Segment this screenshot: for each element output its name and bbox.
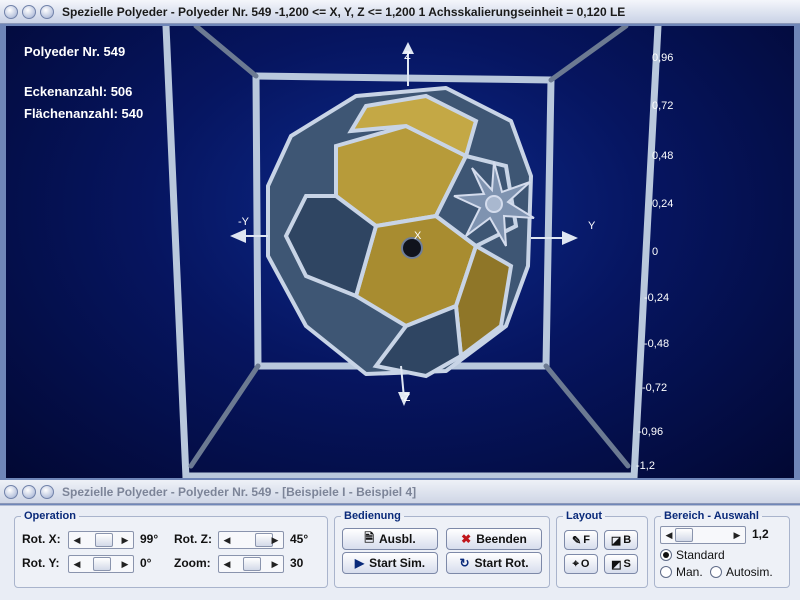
rot-x-slider[interactable]: ◀ ▶ [68,531,134,549]
arrow-right-icon[interactable]: ▶ [118,533,132,547]
window-control-icon[interactable] [40,484,54,499]
document-icon: 🗎 [364,530,374,545]
axis-tick-label: 0,48 [652,150,674,162]
range-slider[interactable]: ◀ ▶ [660,526,746,544]
bedienung-legend: Bedienung [344,510,401,522]
rot-z-value: 45° [290,532,309,546]
rot-y-slider[interactable]: ◀ ▶ [68,555,134,573]
rot-y-label: Rot. Y: [22,556,60,570]
axis-tick-label: -0,96 [638,426,664,438]
hide-button-label: Ausbl. [378,532,416,546]
radio-dot[interactable] [710,566,722,578]
axis-tick-label: 0,72 [652,100,674,112]
paint-bucket-icon: ◪ [610,534,622,547]
radio-dot[interactable] [660,566,672,578]
start-sim-label: Start Sim. [369,556,426,570]
slider-thumb[interactable] [93,557,111,571]
layout-o-button[interactable]: ⌖ O [564,554,598,574]
slider-thumb[interactable] [243,557,261,571]
neg-y-axis-label: -Y [238,216,249,228]
close-icon: ✖ [461,532,472,546]
arrow-left-icon[interactable]: ◀ [220,533,234,547]
arrow-left-icon[interactable]: ◀ [662,528,676,542]
axis-tick-label: 0,96 [652,52,674,64]
layout-s-label: S [623,558,631,570]
rotate-icon: ↻ [459,556,470,570]
axis-tick-label: -0,72 [642,382,668,394]
start-rot-button[interactable]: ↻ Start Rot. [446,552,542,574]
layout-b-label: B [623,534,632,546]
arrow-left-icon[interactable]: ◀ [220,557,234,571]
z-axis-label: Z [404,50,411,62]
radio-manual[interactable]: Man. [660,565,703,579]
arrow-right-icon[interactable]: ▶ [118,557,132,571]
arrow-left-icon[interactable]: ◀ [70,533,84,547]
polyhedron-shape [266,86,535,379]
start-sim-button[interactable]: ▶ Start Sim. [342,552,438,574]
window-control-icon[interactable] [4,484,18,499]
brush-icon: ✎ [572,534,582,547]
window-control-icon[interactable] [22,484,36,499]
polyhedron-viewport[interactable]: Z -Z Y -Y X Polyeder Nr. 549 Eckenanzahl… [6,26,794,478]
layout-f-button[interactable]: ✎ F [564,530,598,550]
control-window-title: Spezielle Polyeder - Polyeder Nr. 549 - … [62,484,417,499]
operation-legend: Operation [24,510,76,522]
axis-tick-label: 0 [652,246,659,258]
main-window-titlebar[interactable]: Spezielle Polyeder - Polyeder Nr. 549 -1… [0,0,800,24]
arrow-left-icon[interactable]: ◀ [70,557,84,571]
rot-z-label: Rot. Z: [174,532,212,546]
control-window-titlebar[interactable]: Spezielle Polyeder - Polyeder Nr. 549 - … [0,480,800,504]
layout-f-label: F [583,534,590,546]
y-axis-label: Y [588,220,596,232]
arrow-right-icon[interactable]: ▶ [268,557,282,571]
rot-x-value: 99° [140,532,159,546]
slider-thumb[interactable] [95,533,113,547]
rot-y-value: 0° [140,556,152,570]
axis-tick-label: -1,2 [636,460,655,472]
vertex-count-label: Eckenanzahl: 506 [24,84,133,99]
axis-tick-label: -0,24 [644,292,670,304]
operation-group: Operation [14,510,328,588]
zoom-value: 30 [290,556,304,570]
x-axis-label: X [414,230,422,242]
layout-o-label: O [580,558,590,570]
control-panel: Operation Rot. X: ◀ ▶ 99° Rot. Y: ◀ ▶ 0°… [0,505,800,600]
rot-z-slider[interactable]: ◀ ▶ [218,531,284,549]
window-control-icon[interactable] [40,4,54,19]
arrow-right-icon[interactable]: ▶ [730,528,744,542]
axis-tick-label: -0,48 [644,338,670,350]
layout-b-button[interactable]: ◪ B [604,530,638,550]
window-control-icon[interactable] [4,4,18,19]
exit-button[interactable]: ✖ Beenden [446,528,542,550]
slider-thumb[interactable] [675,528,693,542]
window-title: Spezielle Polyeder - Polyeder Nr. 549 -1… [62,4,626,19]
window-control-icon[interactable] [22,4,36,19]
radio-autosim-label: Autosim. [726,565,773,579]
bereich-legend: Bereich - Auswahl [664,510,759,522]
arrow-right-icon[interactable]: ▶ [268,533,282,547]
start-rot-label: Start Rot. [474,556,529,570]
hide-button[interactable]: 🗎 Ausbl. [342,528,438,550]
radio-manual-label: Man. [676,565,703,579]
radio-standard-label: Standard [676,548,725,562]
face-count-label: Flächenanzahl: 540 [24,106,144,121]
radio-autosim[interactable]: Autosim. [710,565,773,579]
zoom-label: Zoom: [174,556,211,570]
axis-tick-label: 0,24 [652,198,674,210]
eraser-icon: ◩ [611,558,622,571]
range-value: 1,2 [752,527,769,541]
exit-button-label: Beenden [476,532,527,546]
play-icon: ▶ [354,556,365,570]
crosshair-icon: ⌖ [572,557,579,570]
layout-legend: Layout [566,510,603,522]
rot-x-label: Rot. X: [22,532,61,546]
layout-s-button[interactable]: ◩ S [604,554,638,574]
radio-dot[interactable] [660,549,672,561]
neg-z-axis-label: -Z [400,392,411,404]
polyeder-number-label: Polyeder Nr. 549 [24,44,126,59]
zoom-slider[interactable]: ◀ ▶ [218,555,284,573]
radio-standard[interactable]: Standard [660,548,725,562]
